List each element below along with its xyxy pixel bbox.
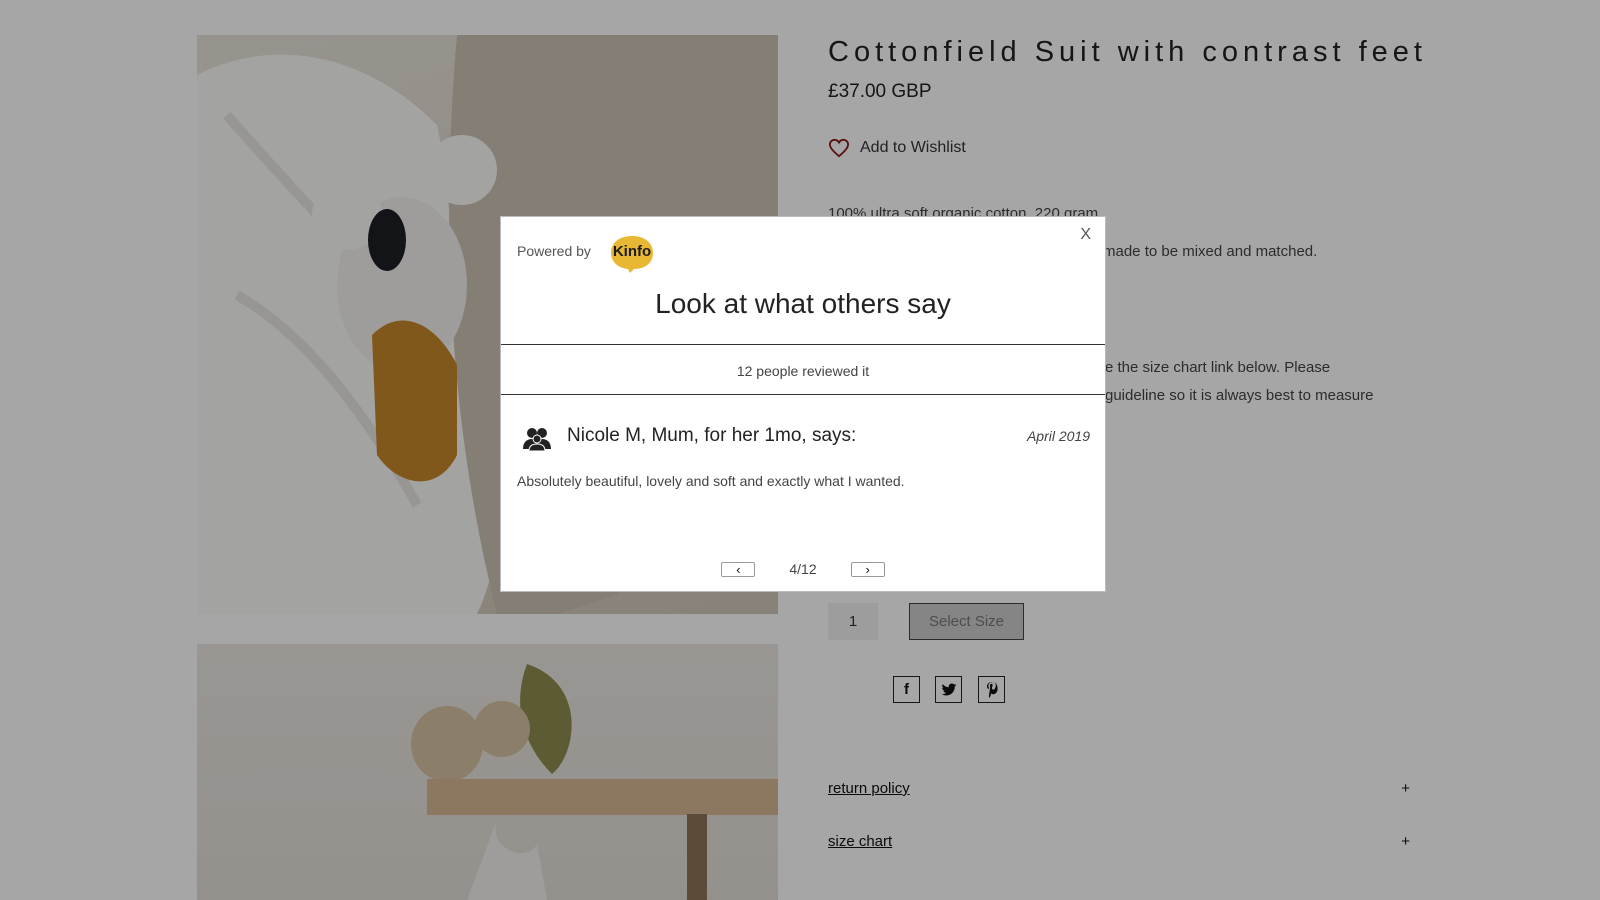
reviews-modal: Powered by Kinfo X Look at what others s… (500, 216, 1106, 592)
review-page-indicator: 4/12 (789, 561, 817, 577)
kinfo-logo-text: Kinfo (613, 243, 651, 260)
people-icon (523, 428, 551, 451)
review-text: Absolutely beautiful, lovely and soft an… (517, 473, 905, 489)
review-date: April 2019 (1026, 428, 1090, 444)
modal-title: Look at what others say (655, 288, 951, 319)
close-modal-button[interactable]: X (1080, 226, 1091, 244)
divider (501, 394, 1105, 395)
divider (501, 344, 1105, 345)
reviewer-name: Nicole M, Mum, for her 1mo, says: (567, 425, 857, 446)
previous-review-button[interactable]: ‹ (721, 561, 756, 577)
review-pager: ‹ 4/12 › (501, 561, 1105, 577)
powered-by-label: Powered by (517, 243, 591, 259)
next-review-button[interactable]: › (850, 561, 885, 577)
review-count: 12 people reviewed it (736, 363, 870, 379)
kinfo-logo[interactable]: Kinfo (609, 234, 655, 274)
